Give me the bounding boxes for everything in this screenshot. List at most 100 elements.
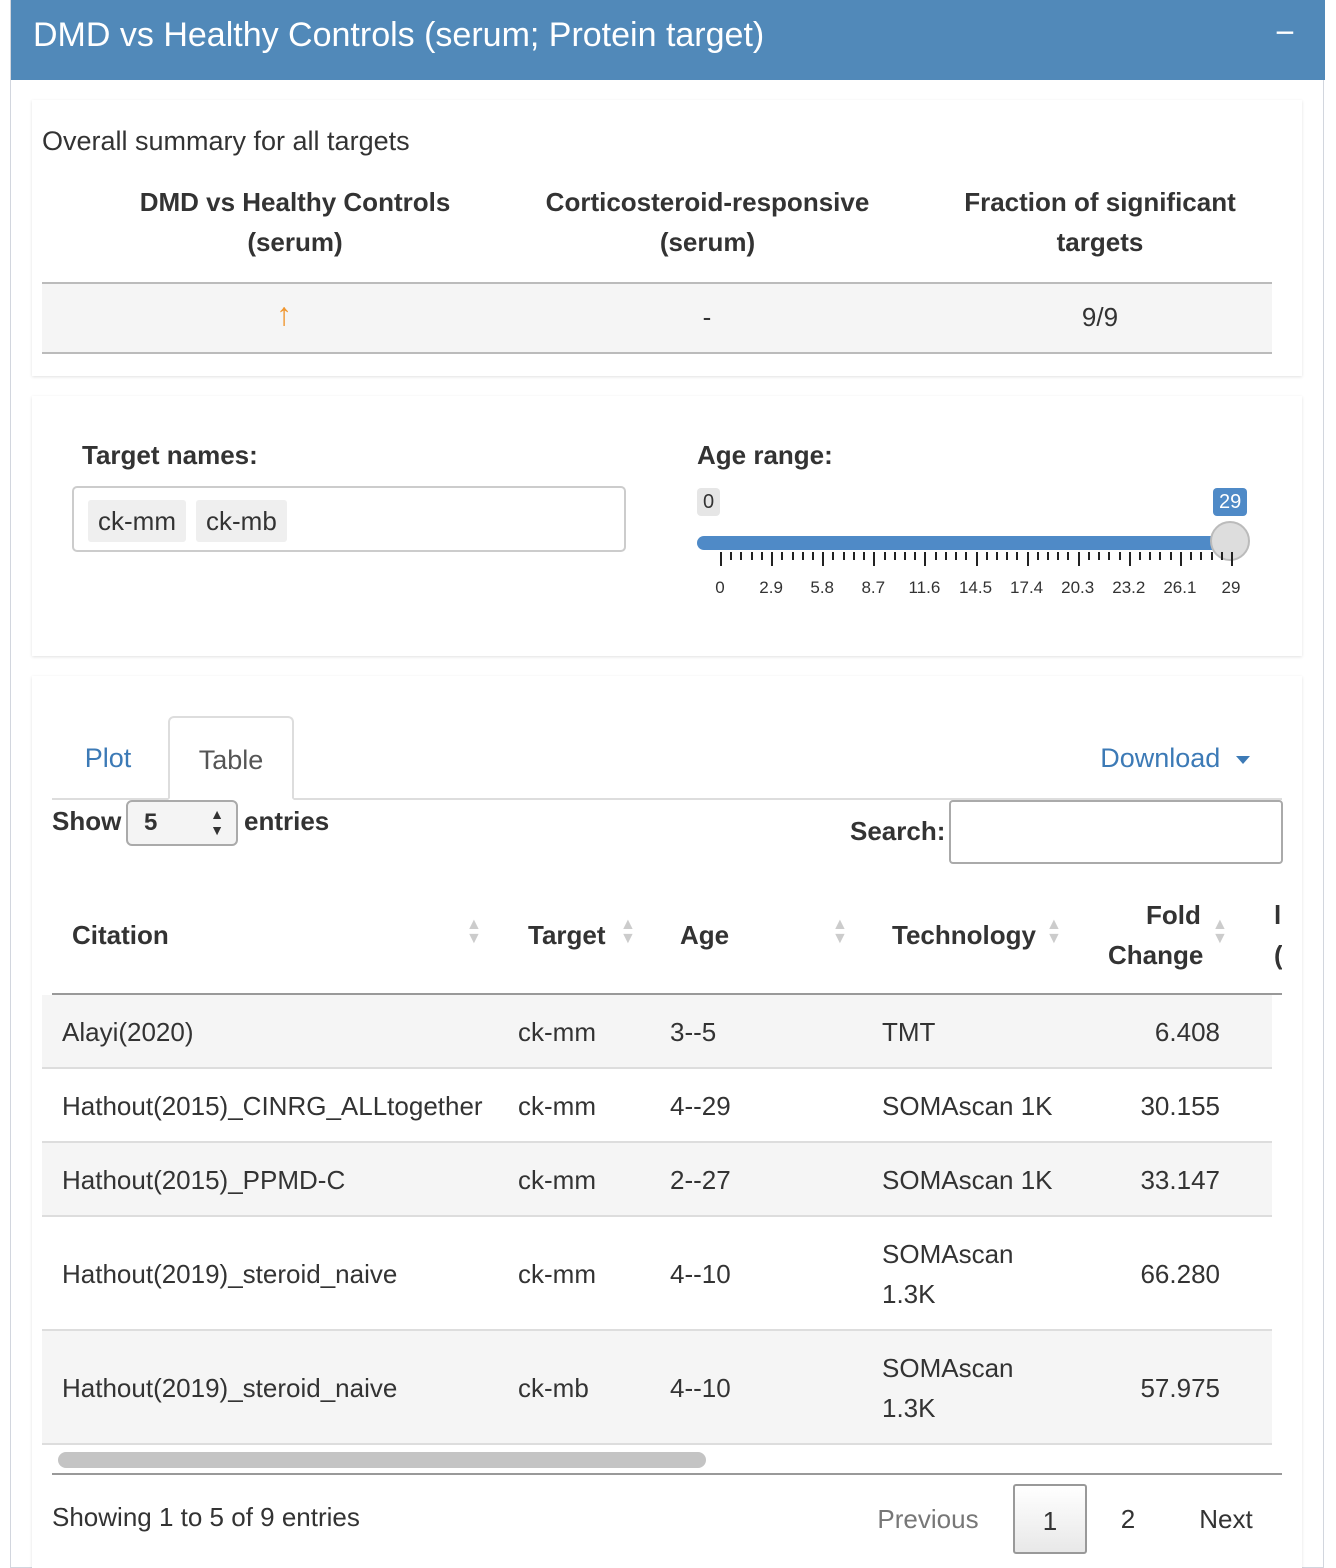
cell-technology: TMT bbox=[882, 1017, 936, 1047]
target-names-label: Target names: bbox=[82, 440, 258, 470]
table-row: Hathout(2019)_steroid_naive ck-mm 4--10 … bbox=[42, 1217, 1272, 1331]
target-names-select[interactable]: ck-mm ck-mb bbox=[72, 486, 626, 552]
slider-minor-tick bbox=[1047, 552, 1050, 560]
slider-minor-tick bbox=[965, 552, 968, 560]
cell-age: 2--27 bbox=[670, 1165, 731, 1195]
sort-icon[interactable]: ▲ ▼ bbox=[466, 917, 482, 947]
table-row: Hathout(2015)_PPMD-C ck-mm 2--27 SOMAsca… bbox=[42, 1143, 1272, 1217]
sort-icon[interactable]: ▲ ▼ bbox=[1046, 917, 1062, 947]
slider-major-tick bbox=[873, 552, 876, 566]
column-header-citation[interactable]: Citation bbox=[72, 915, 169, 955]
column-header-technology[interactable]: Technology bbox=[892, 915, 1036, 955]
cell-target: ck-mm bbox=[518, 1259, 596, 1289]
slider-minor-tick bbox=[801, 552, 804, 560]
slider-major-tick bbox=[1231, 552, 1233, 566]
cell-fold-change: 66.280 bbox=[1140, 1259, 1220, 1289]
slider-tick-label: 29 bbox=[1221, 578, 1241, 597]
slider-major-tick bbox=[924, 552, 927, 566]
target-tag[interactable]: ck-mb bbox=[196, 500, 287, 542]
age-range-label: Age range: bbox=[697, 440, 833, 470]
table-row: Alayi(2020) ck-mm 3--5 TMT 6.408 bbox=[42, 995, 1272, 1069]
tab-plot[interactable]: Plot bbox=[62, 716, 154, 800]
slider-minor-tick bbox=[1006, 552, 1009, 560]
pagination-next[interactable]: Next bbox=[1180, 1484, 1272, 1554]
cell-fold-change: 6.408 bbox=[1154, 1017, 1220, 1047]
slider-major-tick bbox=[771, 552, 774, 566]
column-header-fold-change-line1[interactable]: Fold bbox=[1146, 895, 1201, 935]
pagination-previous[interactable]: Previous bbox=[866, 1484, 990, 1554]
caret-down-icon bbox=[1235, 755, 1250, 764]
age-slider-track[interactable] bbox=[697, 536, 1231, 550]
table-row: Hathout(2019)_steroid_naive ck-mb 4--10 … bbox=[42, 1331, 1272, 1445]
arrow-up-icon: ↑ bbox=[276, 296, 292, 332]
slider-minor-tick bbox=[863, 552, 866, 560]
slider-minor-tick bbox=[985, 552, 988, 560]
slider-minor-tick bbox=[934, 552, 937, 560]
summary-header-dmd: DMD vs Healthy Controls (serum) bbox=[139, 187, 451, 257]
slider-minor-tick bbox=[832, 552, 835, 560]
cell-target: ck-mb bbox=[518, 1373, 589, 1403]
column-header-next-line1: l bbox=[1274, 900, 1282, 930]
slider-minor-tick bbox=[781, 552, 784, 560]
slider-minor-tick bbox=[893, 552, 896, 560]
show-label: Show bbox=[52, 806, 122, 836]
sort-icon[interactable]: ▲ ▼ bbox=[1212, 917, 1228, 947]
page-size-select[interactable]: 5 ▲ ▼ bbox=[126, 800, 238, 846]
cell-fold-change: 30.155 bbox=[1140, 1091, 1220, 1121]
pagination-page-1[interactable]: 1 bbox=[1013, 1484, 1087, 1554]
cell-age: 4--10 bbox=[670, 1373, 731, 1403]
slider-minor-tick bbox=[1118, 552, 1121, 560]
slider-minor-tick bbox=[1149, 552, 1152, 560]
slider-minor-tick bbox=[883, 552, 886, 560]
slider-minor-tick bbox=[1210, 552, 1213, 560]
slider-minor-tick bbox=[842, 552, 845, 560]
cell-age: 4--10 bbox=[670, 1259, 731, 1289]
table-info: Showing 1 to 5 of 9 entries bbox=[52, 1502, 360, 1532]
sort-icon[interactable]: ▲ ▼ bbox=[832, 917, 848, 947]
pagination-page-2[interactable]: 2 bbox=[1100, 1484, 1156, 1554]
slider-minor-tick bbox=[740, 552, 743, 560]
slider-major-tick bbox=[1026, 552, 1029, 566]
cell-citation: Hathout(2019)_steroid_naive bbox=[62, 1373, 398, 1403]
sort-icon[interactable]: ▲ ▼ bbox=[620, 917, 636, 947]
slider-minor-tick bbox=[852, 552, 855, 560]
cell-technology-line2: 1.3K bbox=[882, 1393, 936, 1423]
download-dropdown[interactable]: Download bbox=[1100, 716, 1250, 800]
slider-minor-tick bbox=[730, 552, 733, 560]
slider-minor-tick bbox=[1098, 552, 1101, 560]
slider-minor-tick bbox=[903, 552, 906, 560]
age-min-label: 0 bbox=[697, 488, 721, 516]
slider-minor-tick bbox=[1067, 552, 1070, 560]
cell-fold-change: 33.147 bbox=[1140, 1165, 1220, 1195]
horizontal-scrollbar-thumb[interactable] bbox=[58, 1452, 706, 1468]
age-slider-handle[interactable] bbox=[1210, 521, 1250, 561]
column-header-fold-change-line2[interactable]: Change bbox=[1108, 935, 1203, 975]
slider-major-tick bbox=[1179, 552, 1182, 566]
slider-minor-tick bbox=[1190, 552, 1193, 560]
slider-minor-tick bbox=[1159, 552, 1162, 560]
summary-fraction-value: 9/9 bbox=[1081, 302, 1119, 332]
cell-target: ck-mm bbox=[518, 1091, 596, 1121]
column-header-target[interactable]: Target bbox=[528, 915, 606, 955]
summary-cortico-value: - bbox=[702, 302, 712, 332]
cell-citation: Hathout(2019)_steroid_naive bbox=[62, 1259, 398, 1289]
slider-major-tick bbox=[975, 552, 978, 566]
collapse-icon[interactable]: − bbox=[1275, 14, 1295, 53]
slider-minor-tick bbox=[914, 552, 917, 560]
slider-minor-tick bbox=[1057, 552, 1060, 560]
search-input[interactable] bbox=[949, 800, 1283, 864]
cell-technology-line1: SOMAscan bbox=[882, 1239, 1014, 1269]
slider-minor-tick bbox=[944, 552, 947, 560]
slider-minor-tick bbox=[1220, 552, 1223, 560]
slider-major-tick bbox=[1077, 552, 1080, 566]
cell-fold-change: 57.975 bbox=[1140, 1373, 1220, 1403]
cell-target: ck-mm bbox=[518, 1017, 596, 1047]
cell-age: 4--29 bbox=[670, 1091, 731, 1121]
slider-minor-tick bbox=[791, 552, 794, 560]
tab-table[interactable]: Table bbox=[168, 716, 294, 800]
slider-major-tick bbox=[822, 552, 825, 566]
slider-minor-tick bbox=[1016, 552, 1019, 560]
column-header-age[interactable]: Age bbox=[680, 915, 729, 955]
cell-technology: SOMAscan 1K bbox=[882, 1091, 1053, 1121]
target-tag[interactable]: ck-mm bbox=[88, 500, 186, 542]
